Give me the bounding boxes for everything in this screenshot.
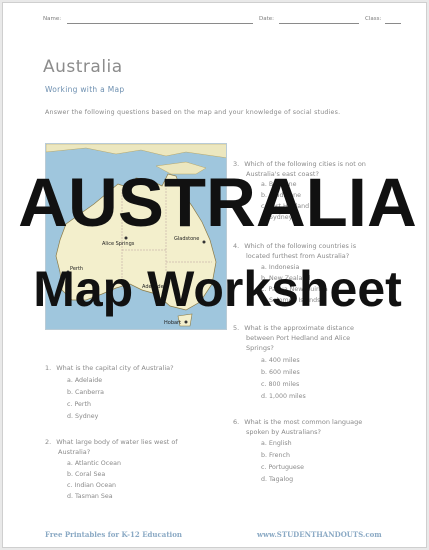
q6-option-d: d. Tagalog <box>261 476 294 483</box>
question-number: 5. <box>233 324 240 332</box>
question-6: 6. What is the most common language spoke… <box>233 417 362 437</box>
question-text: What is the most common language <box>244 418 363 426</box>
q2-option-a: a. Atlantic Ocean <box>67 460 121 467</box>
q1-option-a: a. Adelaide <box>67 377 103 384</box>
question-2: 2. What large body of water lies west of … <box>45 437 178 457</box>
question-text: between Port Hedland and Alice <box>246 334 351 342</box>
q1-option-c: c. Perth <box>67 401 91 408</box>
question-text: spoken by Australians? <box>246 428 321 436</box>
worksheet-page: Name: Date: Class: Australia Working wit… <box>2 2 427 548</box>
overlay-title: AUSTRALIA <box>18 164 417 241</box>
q2-option-c: c. Indian Ocean <box>67 482 117 489</box>
q2-option-d: d. Tasman Sea <box>67 493 113 500</box>
q5-option-d: d. 1,000 miles <box>261 393 306 400</box>
page-title: Australia <box>43 57 123 77</box>
question-text: Which of the following countries is <box>244 242 357 250</box>
page-subtitle: Working with a Map <box>45 85 125 94</box>
class-line <box>385 23 401 24</box>
q6-option-b: b. French <box>261 452 290 459</box>
question-number: 2. <box>45 438 52 446</box>
question-text: What is the approximate distance <box>244 324 355 332</box>
name-label: Name: <box>43 16 62 22</box>
question-1: 1. What is the capital city of Australia? <box>45 363 174 373</box>
class-label: Class: <box>365 16 382 22</box>
q5-option-b: b. 600 miles <box>261 369 300 376</box>
date-line <box>279 23 359 24</box>
question-text: What large body of water lies west of <box>56 438 178 446</box>
date-label: Date: <box>259 16 274 22</box>
question-text: What is the capital city of Australia? <box>56 364 174 372</box>
name-line <box>67 23 253 24</box>
q6-option-c: c. Portuguese <box>261 464 304 471</box>
instructions: Answer the following questions based on … <box>45 109 341 116</box>
q6-option-a: a. English <box>261 440 292 447</box>
question-text: Australia? <box>58 448 91 456</box>
q1-option-b: b. Canberra <box>67 389 105 396</box>
footer-right: www.STUDENTHANDOUTS.com <box>257 530 382 539</box>
question-number: 1. <box>45 364 52 372</box>
question-number: 4. <box>233 242 240 250</box>
question-5: 5. What is the approximate distance betwe… <box>233 323 354 353</box>
overlay-subtitle: Map Worksheet <box>33 261 402 317</box>
q2-option-b: b. Coral Sea <box>67 471 106 478</box>
question-text: Springs? <box>246 344 274 352</box>
question-number: 6. <box>233 418 240 426</box>
q1-option-d: d. Sydney <box>67 413 99 420</box>
footer-left: Free Printables for K-12 Education <box>45 530 182 539</box>
q5-option-a: a. 400 miles <box>261 357 300 364</box>
q5-option-c: c. 800 miles <box>261 381 300 388</box>
